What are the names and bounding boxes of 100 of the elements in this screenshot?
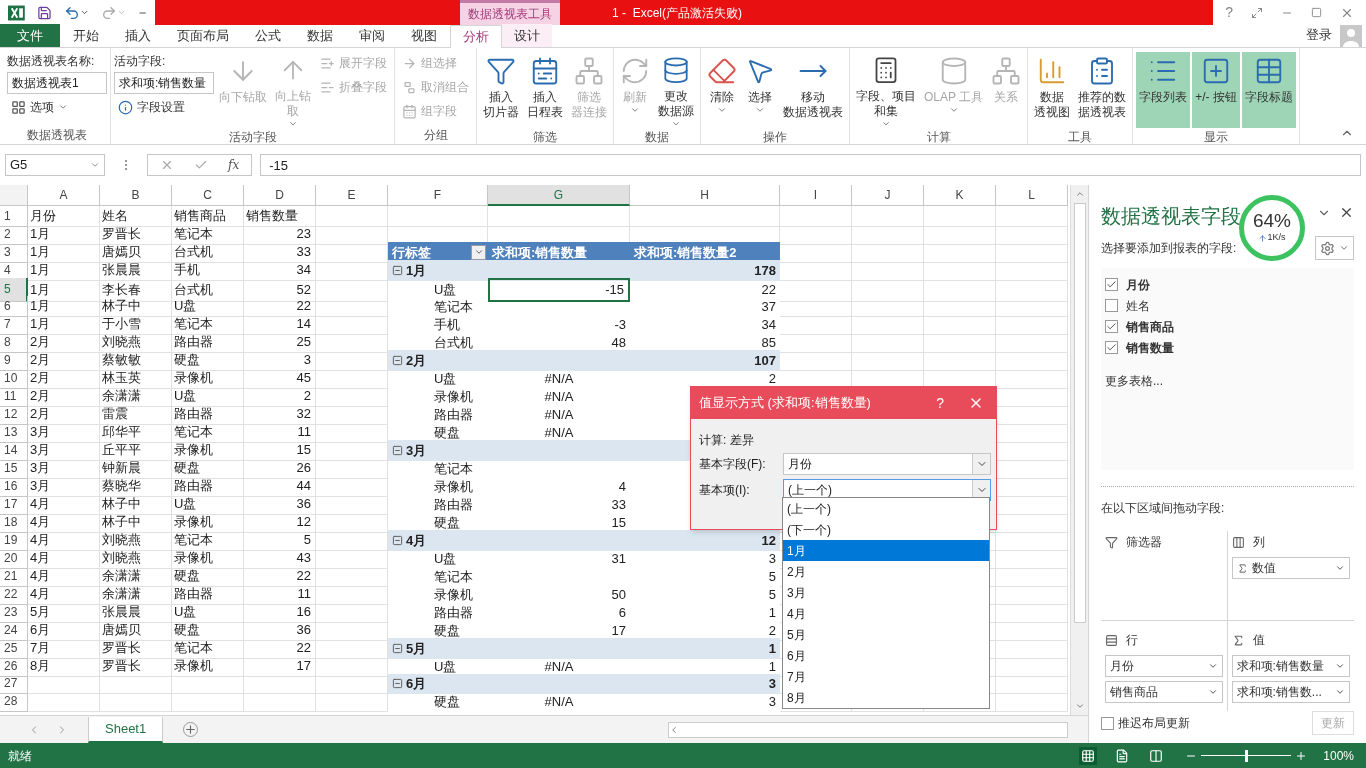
cancel-icon[interactable] [160,158,174,172]
area-field-chip[interactable]: 求和项:销售数... [1231,681,1350,703]
redo-icon[interactable] [100,4,117,21]
column-header[interactable]: E [316,185,388,206]
row-header[interactable]: 22 [0,584,28,605]
settings-button[interactable] [1315,236,1354,261]
row-header[interactable]: 21 [0,566,28,587]
row-header[interactable]: 1 [0,206,28,227]
row-header[interactable]: 8 [0,332,28,353]
name-box[interactable]: G5 [5,154,105,176]
collapse-icon[interactable] [392,264,403,276]
ribbon-tab[interactable]: 审阅 [346,24,398,47]
ribbon-display-icon[interactable] [1251,6,1263,19]
dropdown-option[interactable]: 6月 [783,645,989,666]
restore-icon[interactable] [1311,7,1322,18]
checkbox[interactable] [1101,716,1114,730]
scroll-down-icon[interactable] [1074,701,1085,711]
sign-in-link[interactable]: 登录 [1306,24,1332,44]
help-button[interactable]: ? [936,392,944,414]
zoom-slider[interactable] [1201,749,1292,762]
ribbon-button[interactable]: 字段设置 [114,96,214,118]
dropdown-option[interactable]: 1月 [783,540,989,561]
dropdown-option[interactable]: (下一个) [783,519,989,540]
row-header[interactable]: 27 [0,674,28,694]
row-header[interactable]: 2 [0,224,28,245]
ribbon-tab[interactable]: 公式 [242,24,294,47]
row-header[interactable]: 10 [0,368,28,389]
scroll-left-icon[interactable] [669,724,679,735]
collapse-icon[interactable] [392,354,403,366]
ribbon-button[interactable]: 更改数据源 [655,52,697,128]
checkbox[interactable] [1105,299,1118,313]
collapse-icon[interactable] [392,678,403,690]
ribbon-button[interactable]: 插入切片器 [480,52,522,128]
collapse-icon[interactable] [392,534,403,546]
sheet-tab[interactable]: Sheet1 [88,716,164,743]
more-tables-link[interactable]: 更多表格... [1105,372,1354,391]
insert-function-button[interactable]: fx [228,156,240,174]
ribbon-button[interactable]: 字段、项目和集 [853,52,919,128]
input-field[interactable]: 数据透视表1 [7,72,107,94]
row-header[interactable]: 17 [0,494,28,515]
scrollbar-thumb[interactable] [1073,203,1086,623]
dropdown-option[interactable]: (上一个) [783,498,989,519]
ribbon-button[interactable]: 推荐的数据透视表 [1075,52,1130,128]
row-header[interactable]: 18 [0,512,28,533]
horizontal-scrollbar[interactable] [668,721,1068,738]
row-header[interactable]: 3 [0,242,28,263]
normal-view-icon[interactable] [1079,746,1098,765]
column-header[interactable]: J [852,185,924,206]
row-header[interactable]: 6 [0,296,28,317]
save-icon[interactable] [36,4,52,21]
help-button[interactable]: ? [1225,2,1233,23]
dropdown-option[interactable]: 3月 [783,582,989,603]
dropdown-field[interactable]: 月份 [783,453,991,475]
row-header[interactable]: 25 [0,638,28,659]
column-header[interactable]: K [924,185,996,206]
column-header[interactable]: G [488,185,630,206]
area-field-chip[interactable]: 求和项:销售数量 [1231,655,1350,677]
ribbon-tab[interactable]: 设计 [502,24,552,47]
ribbon-button[interactable]: 清除 [704,52,740,128]
row-header[interactable]: 5 [0,278,28,302]
ribbon-button[interactable]: 插入日程表 [524,52,566,128]
scroll-up-icon[interactable] [1074,189,1085,199]
row-header[interactable]: 23 [0,602,28,623]
ribbon-tab[interactable]: 插入 [112,24,164,47]
row-header[interactable]: 15 [0,458,28,479]
input-field[interactable]: 求和项:销售数量 [114,72,214,94]
area-field-chip[interactable]: 数值 [1231,557,1350,579]
row-header[interactable]: 28 [0,692,28,712]
row-header[interactable]: 12 [0,404,28,425]
row-header[interactable]: 20 [0,548,28,569]
column-header[interactable]: L [996,185,1068,206]
dropdown-option[interactable]: 7月 [783,666,989,687]
vertical-scrollbar[interactable] [1070,185,1088,715]
enter-icon[interactable] [194,158,208,172]
ribbon-tab[interactable]: 数据 [294,24,346,47]
ribbon-button[interactable]: 数据透视图 [1031,52,1074,128]
area-field-chip[interactable]: 销售商品 [1105,681,1223,703]
ribbon-tab[interactable]: 视图 [398,24,450,47]
selected-cell[interactable]: -15 [488,278,630,302]
dropdown-option[interactable]: 2月 [783,561,989,582]
ribbon-button[interactable]: 选择 [742,52,778,128]
dropdown-option[interactable]: 8月 [783,687,989,708]
column-header[interactable]: H [630,185,780,206]
collapse-icon[interactable] [392,444,403,456]
ribbon-tab[interactable]: 文件 [0,24,60,47]
ribbon-tab[interactable]: 分析 [450,25,502,48]
ribbon-button[interactable]: 字段列表 [1136,52,1191,128]
ribbon-button[interactable]: 选项 [7,96,107,118]
ribbon-button[interactable]: 移动数据透视表 [780,52,846,128]
row-header[interactable]: 9 [0,350,28,371]
area-field-chip[interactable]: 月份 [1105,655,1223,677]
dropdown-option[interactable]: 5月 [783,624,989,645]
column-header[interactable]: C [172,185,244,206]
checkbox[interactable] [1105,278,1118,292]
row-header[interactable]: 13 [0,422,28,443]
collapse-icon[interactable] [392,642,403,654]
close-icon[interactable] [1339,205,1354,220]
ribbon-button[interactable]: 字段标题 [1241,52,1296,128]
column-header[interactable]: I [780,185,852,206]
filter-dropdown-button[interactable] [471,244,486,260]
